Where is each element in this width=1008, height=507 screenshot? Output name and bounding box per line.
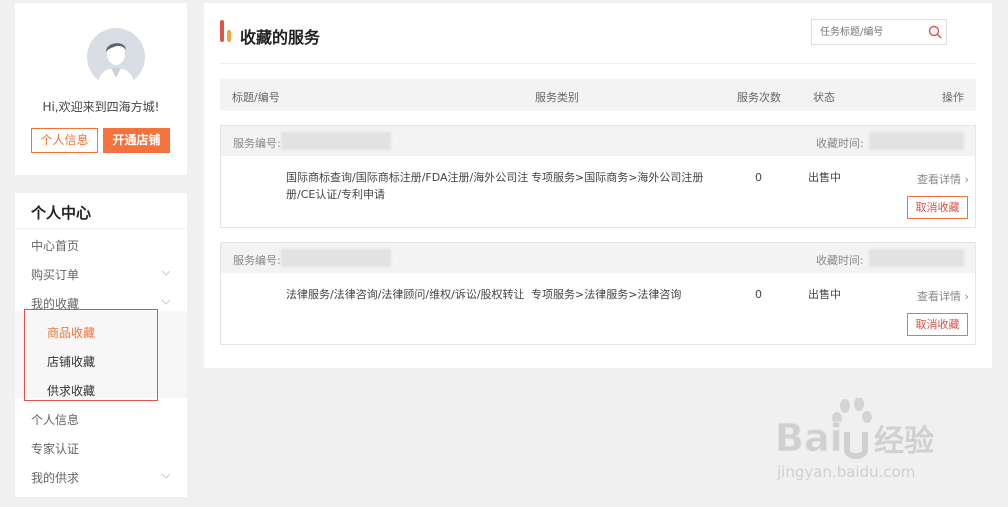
menu-item-expert-certification[interactable]: 专家认证 [31,440,79,457]
menu-divider [15,228,187,229]
service-number-redacted [281,249,391,267]
watermark-brand: Bai [775,416,843,460]
chevron-right-icon: › [964,290,969,303]
service-title[interactable]: 国际商标查询/国际商标注册/FDA注册/海外公司注 册/CE认证/专利申请 [286,169,528,203]
title-accent-bar [220,20,224,42]
service-number-redacted [281,132,391,150]
service-count: 0 [755,288,762,301]
personal-info-button[interactable]: 个人信息 [31,128,98,153]
service-count: 0 [755,171,762,184]
menu-item-center-home[interactable]: 中心首页 [31,237,79,254]
cancel-favorite-button[interactable]: 取消收藏 [907,196,968,219]
favorite-time-redacted [869,132,964,150]
page-title: 收藏的服务 [240,28,321,47]
chevron-down-icon[interactable] [161,297,171,307]
view-details-link[interactable]: 查看详情 › [917,171,969,187]
chevron-down-icon[interactable] [161,268,171,278]
view-details-link[interactable]: 查看详情 › [917,288,969,304]
title-divider [220,63,976,64]
search-icon[interactable] [928,25,942,39]
menu-title: 个人中心 [31,204,92,222]
table-row: 服务编号: 收藏时间: 法律服务/法律咨询/法律顾问/维权/诉讼/股权转让 专项… [220,242,976,345]
search-box[interactable] [811,19,947,45]
service-status: 出售中 [808,288,841,301]
favorite-time-label: 收藏时间: [816,137,864,150]
personal-center-menu: 个人中心 中心首页 购买订单 我的收藏 商品收藏 店铺收藏 供求收藏 个人信息 … [15,193,187,497]
row-header: 服务编号: 收藏时间: [221,243,975,273]
greeting-text: Hi,欢迎来到四海方城! [42,100,160,114]
favorite-time-redacted [869,249,964,267]
service-category: 专项服务>国际商务>海外公司注册 [531,171,704,184]
menu-item-orders[interactable]: 购买订单 [31,266,79,283]
service-category: 专项服务>法律服务>法律咨询 [531,288,682,301]
open-shop-button[interactable]: 开通店铺 [103,128,170,153]
column-header-status: 状态 [813,91,835,104]
chevron-down-icon[interactable] [161,471,171,481]
search-input[interactable] [812,20,922,44]
row-header: 服务编号: 收藏时间: [221,126,975,156]
menu-item-my-supply[interactable]: 我的供求 [31,469,79,486]
watermark-brand-suffix: 经验 [874,424,934,459]
service-title[interactable]: 法律服务/法律咨询/法律顾问/维权/诉讼/股权转让 [286,286,525,303]
table-header: 标题/编号 服务类别 服务次数 状态 操作 [220,79,976,111]
table-row: 服务编号: 收藏时间: 国际商标查询/国际商标注册/FDA注册/海外公司注 册/… [220,125,976,228]
baidu-jingyan-watermark: Bai 经验 jingyan.baidu.com [775,397,975,488]
column-header-title: 标题/编号 [232,91,280,104]
cancel-favorite-button[interactable]: 取消收藏 [907,313,968,336]
column-header-actions: 操作 [942,91,964,104]
favorite-time-label: 收藏时间: [816,254,864,267]
paw-logo-icon: Bai 经验 jingyan.baidu.com [775,397,934,481]
service-number-label: 服务编号: [233,254,281,267]
menu-item-personal-info[interactable]: 个人信息 [31,411,79,428]
profile-card: Hi,欢迎来到四海方城! 个人信息 开通店铺 [15,3,187,175]
column-header-category: 服务类别 [535,91,579,104]
watermark-url: jingyan.baidu.com [776,463,915,481]
avatar[interactable] [87,28,145,86]
chevron-right-icon: › [964,173,969,186]
favorite-services-panel: 收藏的服务 标题/编号 服务类别 服务次数 状态 操作 服务编号: 收藏时间: … [204,3,992,368]
title-accent-bar [227,30,231,42]
user-avatar-icon [87,28,145,86]
column-header-count: 服务次数 [737,91,781,104]
highlight-box [24,309,158,401]
service-number-label: 服务编号: [233,137,281,150]
service-status: 出售中 [808,171,841,184]
